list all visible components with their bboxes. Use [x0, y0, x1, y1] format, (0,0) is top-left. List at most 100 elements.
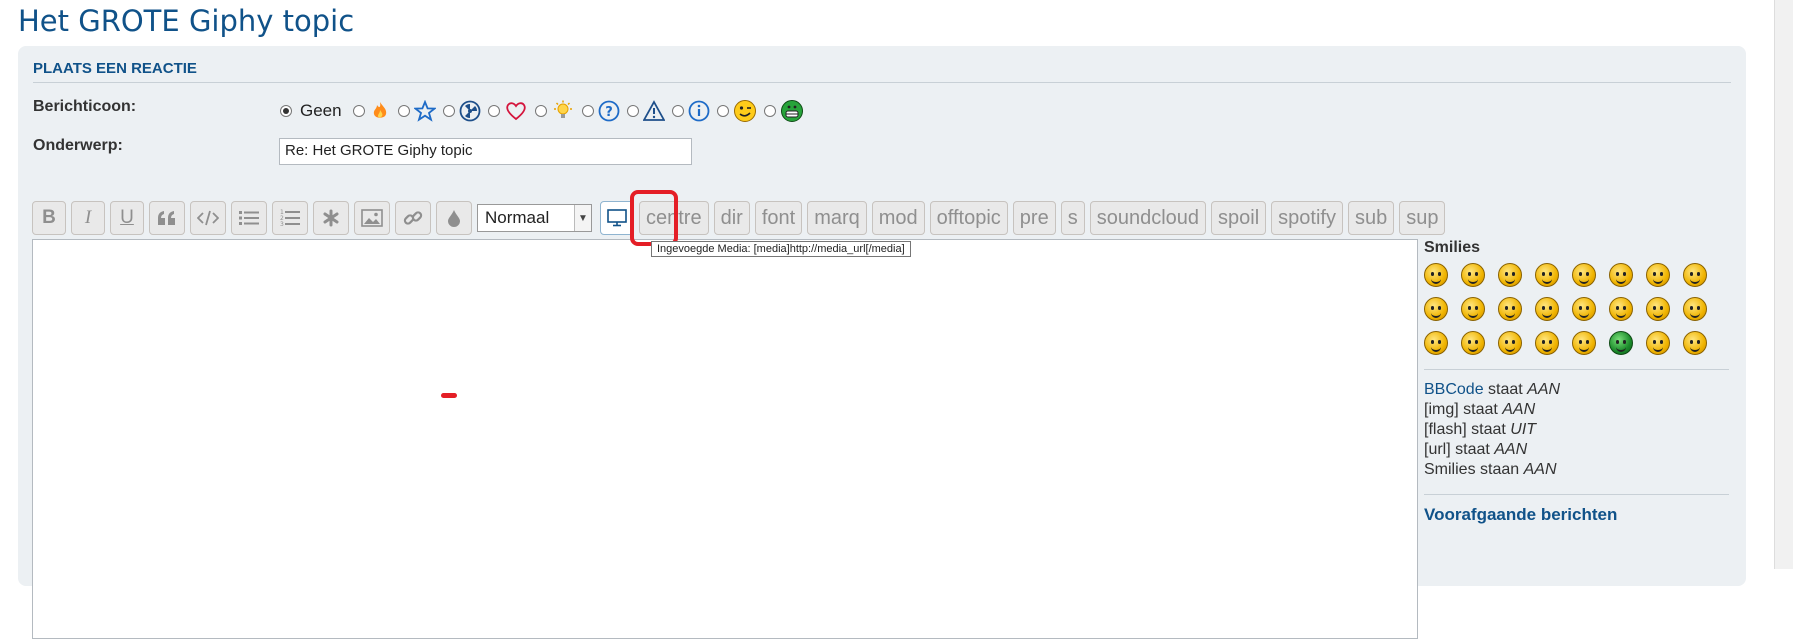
smiley-icon[interactable]: [1646, 331, 1670, 355]
icon-option-warning[interactable]: [626, 100, 665, 122]
smiley-icon[interactable]: [1646, 263, 1670, 287]
list-item-button[interactable]: [313, 201, 349, 235]
chevron-down-icon[interactable]: ▼: [574, 205, 591, 231]
smilies-status: Smilies staan AAN: [1424, 460, 1734, 480]
underline-button[interactable]: U: [110, 201, 144, 235]
bullet-list-button[interactable]: [231, 201, 267, 235]
smiley-icon[interactable]: [1609, 331, 1633, 355]
quote-button[interactable]: [149, 201, 185, 235]
smiley-icon[interactable]: [1498, 297, 1522, 321]
smiley-icon[interactable]: [1683, 297, 1707, 321]
icon-option-fire[interactable]: [352, 100, 391, 122]
radio-none[interactable]: [280, 105, 292, 117]
radio-wink[interactable]: [716, 105, 729, 117]
numbered-list-button[interactable]: 123: [272, 201, 308, 235]
radio-fire[interactable]: [352, 105, 365, 117]
info-icon: [688, 100, 710, 122]
red-marker: [441, 393, 457, 398]
smiley-icon[interactable]: [1572, 263, 1596, 287]
smiley-icon[interactable]: [1535, 263, 1559, 287]
offtopic-button[interactable]: offtopic: [929, 201, 1008, 235]
radio-star[interactable]: [397, 105, 410, 117]
spoil-label: spoil: [1218, 206, 1260, 229]
divider: [1424, 369, 1729, 370]
icon-option-info[interactable]: [671, 100, 710, 122]
sub-button[interactable]: sub: [1347, 201, 1395, 235]
smiley-icon[interactable]: [1424, 297, 1448, 321]
icon-option-wink[interactable]: [716, 99, 757, 123]
smiley-icon[interactable]: [1646, 297, 1670, 321]
dir-button[interactable]: dir: [713, 201, 750, 235]
smiley-icon[interactable]: [1461, 297, 1485, 321]
smiley-icon[interactable]: [1683, 331, 1707, 355]
smiley-icon[interactable]: [1535, 331, 1559, 355]
link-button[interactable]: [395, 201, 431, 235]
message-textarea[interactable]: [32, 239, 1418, 639]
subject-label: Onderwerp:: [33, 137, 123, 154]
asterisk-icon: [322, 209, 340, 227]
smiley-icon[interactable]: [1572, 297, 1596, 321]
smiley-icon[interactable]: [1572, 331, 1596, 355]
radio-lightbulb[interactable]: [534, 105, 547, 117]
pre-button[interactable]: pre: [1012, 201, 1056, 235]
vertical-scrollbar[interactable]: [1774, 0, 1793, 569]
marq-label: marq: [814, 206, 860, 229]
icon-option-star[interactable]: [397, 100, 436, 122]
radio-question[interactable]: [581, 105, 594, 117]
spotify-button[interactable]: spotify: [1271, 201, 1343, 235]
image-button[interactable]: [354, 201, 390, 235]
divider: [1424, 494, 1729, 495]
radio-info[interactable]: [671, 105, 684, 117]
smiley-icon[interactable]: [1461, 331, 1485, 355]
icon-option-radioactive[interactable]: [442, 100, 481, 122]
color-button[interactable]: [436, 201, 472, 235]
smiley-icon[interactable]: [1498, 263, 1522, 287]
code-button[interactable]: [190, 201, 226, 235]
radio-grin[interactable]: [763, 105, 776, 117]
page-title[interactable]: Het GROTE Giphy topic: [18, 4, 354, 38]
smiley-icon[interactable]: [1424, 263, 1448, 287]
code-icon: [197, 210, 219, 226]
smiley-icon[interactable]: [1461, 263, 1485, 287]
smiley-icon[interactable]: [1498, 331, 1522, 355]
radio-radioactive[interactable]: [442, 105, 455, 117]
smiley-icon[interactable]: [1535, 297, 1559, 321]
previous-posts-link[interactable]: Voorafgaande berichten: [1424, 505, 1734, 525]
soundcloud-button[interactable]: soundcloud: [1089, 201, 1207, 235]
svg-text:3: 3: [280, 221, 284, 227]
smiley-icon[interactable]: [1609, 297, 1633, 321]
bbcode-link[interactable]: BBCode: [1424, 381, 1484, 398]
media-button-highlight: [630, 190, 678, 246]
icon-option-grin[interactable]: [763, 99, 804, 123]
smiley-icon[interactable]: [1424, 331, 1448, 355]
subject-input[interactable]: Re: Het GROTE Giphy topic: [279, 138, 692, 165]
strike-button[interactable]: s: [1060, 201, 1085, 235]
bbcode-state: AAN: [1527, 381, 1561, 398]
marq-button[interactable]: marq: [807, 201, 867, 235]
heart-icon: [504, 100, 528, 122]
radioactive-icon: [459, 100, 481, 122]
sidebar: Smilies BBCode staat AAN [img] staat AAN…: [1424, 239, 1734, 525]
radio-heart[interactable]: [487, 105, 500, 117]
spotify-label: spotify: [1278, 206, 1336, 229]
media-button[interactable]: [600, 201, 634, 235]
font-button[interactable]: font: [754, 201, 803, 235]
icon-option-heart[interactable]: [487, 100, 528, 122]
smiley-icon[interactable]: [1683, 263, 1707, 287]
icon-option-none[interactable]: Geen: [280, 101, 346, 121]
icon-option-question[interactable]: ?: [581, 100, 620, 122]
flash-label: [flash] staat: [1424, 421, 1511, 438]
fire-icon: [369, 100, 391, 122]
font-size-select[interactable]: Normaal ▼: [477, 204, 592, 232]
post-icon-options: Geen ?: [280, 98, 811, 124]
icon-option-lightbulb[interactable]: [534, 100, 575, 122]
smiley-icon[interactable]: [1609, 263, 1633, 287]
spoil-button[interactable]: spoil: [1211, 201, 1267, 235]
radio-warning[interactable]: [626, 105, 639, 117]
italic-button[interactable]: I: [71, 201, 105, 235]
underline-label: U: [120, 207, 134, 228]
bold-button[interactable]: B: [32, 201, 66, 235]
sup-button[interactable]: sup: [1399, 201, 1446, 235]
mod-button[interactable]: mod: [871, 201, 925, 235]
smilies-grid: [1424, 263, 1734, 355]
